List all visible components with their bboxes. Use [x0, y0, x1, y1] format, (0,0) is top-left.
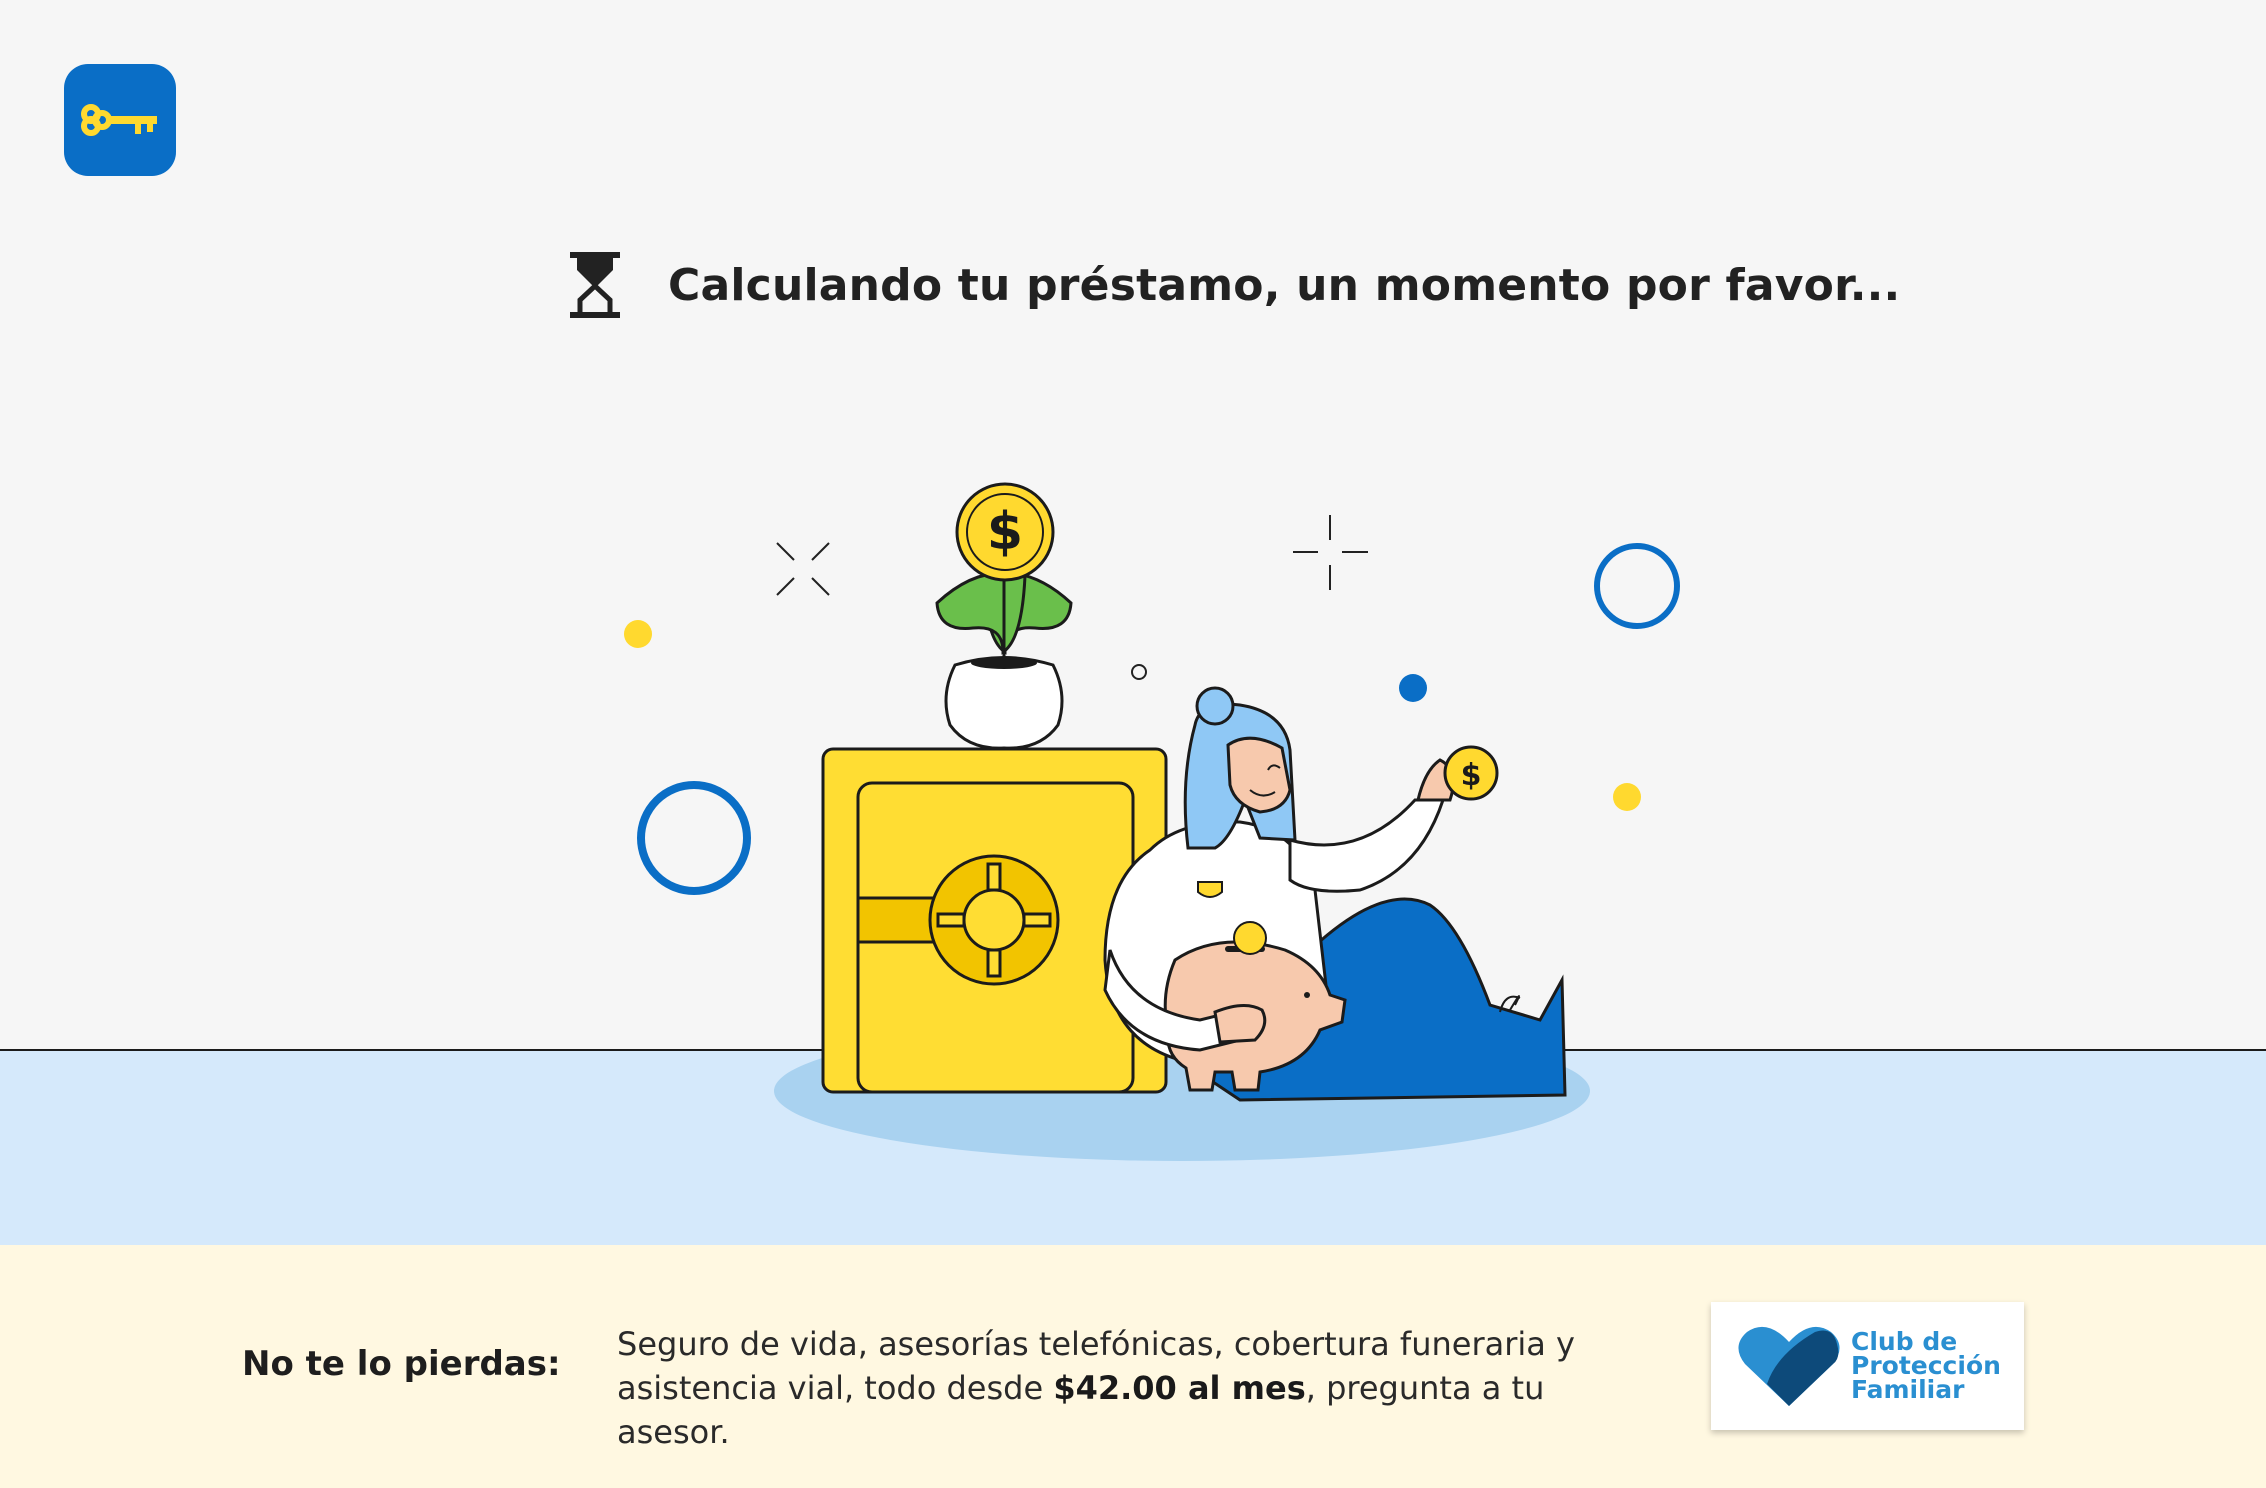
promo-text: Seguro de vida, asesorías telefónicas, c…: [617, 1322, 1637, 1454]
promo-price: $42.00 al mes: [1053, 1369, 1306, 1407]
deco-dot-yellow-right: [1613, 783, 1641, 811]
club-name: Club de Protección Familiar: [1851, 1329, 2001, 1404]
deco-sparkle-x: [776, 542, 830, 596]
deco-ring-right: [1594, 543, 1680, 629]
woman: $: [1103, 686, 1567, 1102]
deco-dot-yellow-left: [624, 620, 652, 648]
deco-dot-blue: [1399, 674, 1427, 702]
plant-coin-symbol: $: [987, 502, 1023, 562]
club-name-line3: Familiar: [1851, 1375, 1965, 1404]
deco-sparkle-plus: [1293, 515, 1368, 590]
deco-dot-outline: [1131, 664, 1147, 680]
hand-coin-symbol: $: [1461, 758, 1482, 793]
savings-illustration: $ $: [624, 482, 1680, 1161]
deco-ring-left: [637, 781, 751, 895]
club-badge[interactable]: Club de Protección Familiar: [1711, 1302, 2024, 1430]
promo-label: No te lo pierdas:: [242, 1344, 561, 1384]
heart-icon: [1738, 1326, 1840, 1406]
plant: $: [935, 482, 1073, 750]
